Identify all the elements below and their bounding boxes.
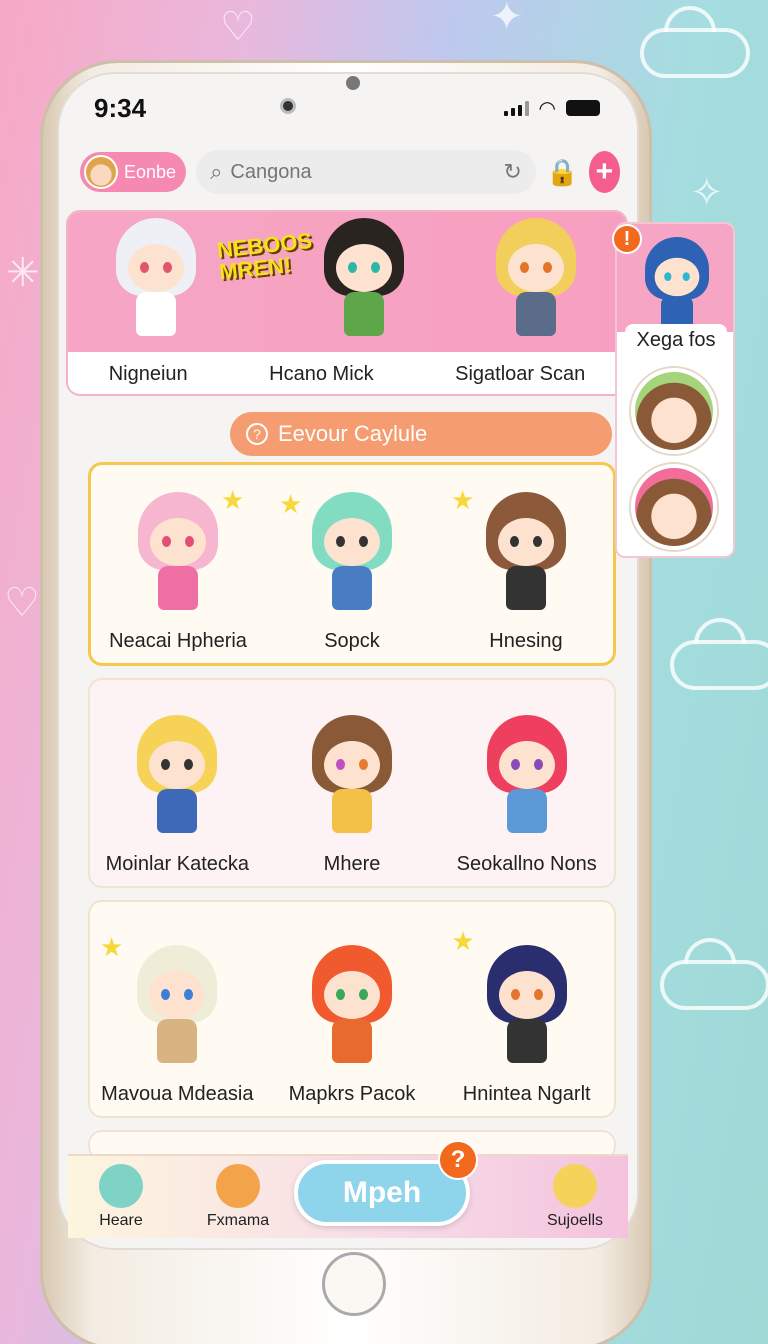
character-cell[interactable]: ★ Neacai Hpheria: [91, 465, 265, 663]
sparkle-deco-icon: ✧: [690, 171, 724, 215]
alert-badge: !: [612, 224, 642, 254]
profile-name: Eonbe: [124, 161, 177, 182]
character-art: [129, 945, 225, 1075]
avatar: [84, 155, 118, 189]
help-badge[interactable]: ?: [438, 1140, 478, 1180]
search-icon: ⌕: [210, 159, 223, 184]
character-name: Hnintea Ngarlt: [462, 1083, 591, 1105]
banner-names: Nigneiun Hcano Mick Sigatloar Scan: [68, 352, 626, 394]
character-cell[interactable]: Moinlar Katecka: [90, 680, 265, 886]
heart-deco-icon: ♡: [4, 581, 40, 625]
character-cell[interactable]: ★ Mavoua Mdeasia: [90, 902, 265, 1116]
section-pill-button[interactable]: ? Eevour Caylule: [230, 412, 612, 456]
add-button[interactable]: +: [588, 151, 620, 193]
star-icon: ★: [451, 485, 475, 515]
character-art: [488, 218, 584, 348]
side-friends-panel: Xega fos: [615, 222, 735, 558]
system-icons: ◠: [503, 96, 600, 121]
friend-avatar[interactable]: [631, 368, 717, 454]
banner-title: NEBOOS MREN!: [215, 227, 314, 285]
character-art: [304, 945, 400, 1075]
banner-name: Nigneiun: [108, 362, 188, 385]
nav-label: Heare: [99, 1212, 143, 1229]
featured-banner[interactable]: NEBOOS MREN! Nigneiun Hcano Mick Sigatlo…: [66, 210, 628, 396]
home-button[interactable]: [322, 1252, 386, 1316]
character-card-row: ★ Mavoua Mdeasia Mapkrs Pacok ★ Hnintea …: [88, 900, 616, 1118]
refresh-icon[interactable]: ↻: [503, 159, 521, 185]
character-cell[interactable]: Mhere: [265, 680, 440, 886]
character-art: [478, 492, 574, 622]
cloud-deco: [640, 28, 750, 78]
wifi-icon: ◠: [538, 97, 556, 120]
sparkle-deco-icon: ✦: [490, 0, 524, 39]
sparkle-deco-icon: ✳: [6, 251, 40, 295]
profile-chip[interactable]: Eonbe: [80, 152, 187, 192]
nav-label: Sujoells: [546, 1212, 604, 1229]
mascot-icon: [99, 1164, 143, 1208]
star-icon: ★: [100, 932, 124, 962]
character-art: [479, 715, 575, 845]
section-pill-label: Eevour Caylule: [278, 421, 428, 446]
character-name: Sopck: [324, 630, 380, 652]
lock-icon[interactable]: 🔒: [546, 150, 579, 194]
signal-icon: [503, 100, 529, 116]
status-bar: 9:34 ◠: [70, 90, 610, 126]
character-cell[interactable]: ★ Hnesing: [439, 465, 613, 663]
character-card-row: ★ Neacai Hpheria ★ Sopck ★ Hnesing: [88, 462, 616, 666]
character-name: Moinlar Katecka: [105, 853, 250, 875]
cloud-deco: [670, 640, 768, 690]
battery-icon: [566, 100, 600, 116]
character-name: Mapkrs Pacok: [288, 1083, 416, 1105]
character-cell[interactable]: ★ Sopck: [265, 465, 439, 663]
friend-avatar[interactable]: [631, 464, 717, 550]
nav-item-family[interactable]: Fxmama: [203, 1164, 273, 1230]
character-art: [130, 492, 226, 622]
banner-name: Sigatloar Scan: [455, 362, 586, 385]
character-art: [129, 715, 225, 845]
nav-label: Fxmama: [206, 1212, 270, 1229]
banner-name: Hcano Mick: [269, 362, 374, 385]
character-icon: [216, 1164, 260, 1208]
speaker: [346, 76, 360, 90]
heart-deco-icon: ♡: [220, 5, 256, 49]
status-time: 9:34: [94, 92, 147, 123]
star-icon: ★: [279, 489, 303, 519]
character-cell[interactable]: Mapkrs Pacok: [265, 902, 440, 1116]
character-art: [304, 715, 400, 845]
character-art: [108, 218, 204, 348]
nav-item-skills[interactable]: Sujoells: [540, 1164, 610, 1230]
top-bar: Eonbe ⌕ ↻ 🔒 +: [80, 148, 620, 196]
side-panel-name[interactable]: Xega fos: [625, 324, 727, 356]
nav-item-home[interactable]: Heare: [86, 1164, 156, 1230]
character-card-row: Moinlar Katecka Mhere Seokallno Nons: [88, 678, 616, 888]
character-cell[interactable]: Seokallno Nons: [439, 680, 614, 886]
star-icon: ★: [451, 926, 475, 956]
search-input[interactable]: [230, 160, 496, 184]
banner-art: NEBOOS MREN!: [68, 212, 626, 352]
character-name: Mhere: [323, 853, 381, 875]
character-name: Hnesing: [489, 630, 563, 652]
character-name: Mavoua Mdeasia: [101, 1083, 254, 1105]
character-name: Neacai Hpheria: [109, 630, 247, 652]
character-name: Seokallno Nons: [456, 853, 597, 875]
character-art: [479, 945, 575, 1075]
character-art: [304, 492, 400, 622]
search-bar[interactable]: ⌕ ↻: [196, 150, 536, 194]
character-art: [316, 218, 412, 348]
help-icon: ?: [246, 423, 268, 445]
cloud-deco: [660, 960, 768, 1010]
character-icon: [553, 1164, 597, 1208]
character-cell[interactable]: ★ Hnintea Ngarlt: [439, 902, 614, 1116]
